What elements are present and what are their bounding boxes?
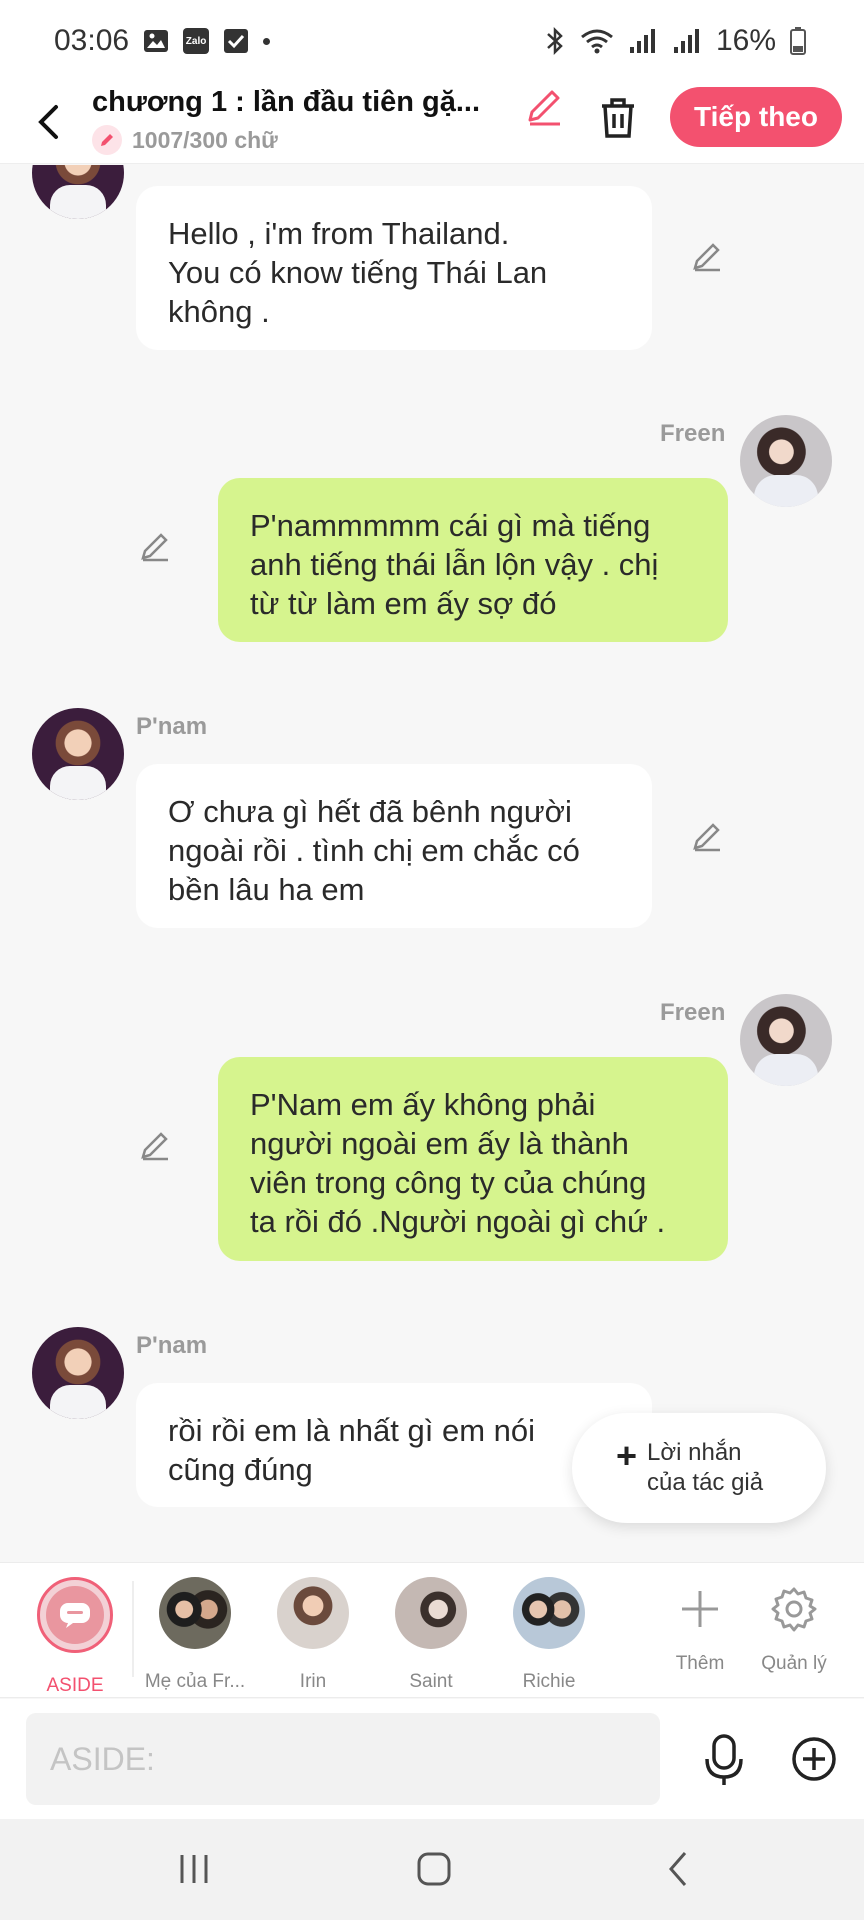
character-bar: ASIDE Mẹ của Fr... Irin Saint Richie Thê… <box>0 1562 864 1698</box>
zalo-icon: Zalo <box>183 28 210 54</box>
check-icon <box>223 28 249 54</box>
avatar <box>159 1577 231 1649</box>
author-note-button[interactable]: + Lời nhắn của tác giả <box>572 1413 826 1523</box>
message-line: người ngoài em ấy là thành <box>250 1126 629 1161</box>
message-line: ngoài rồi . tình chị em chắc có <box>168 833 580 868</box>
divider <box>132 1581 134 1677</box>
edit-pencil-icon[interactable] <box>138 1128 172 1162</box>
image-icon <box>143 28 169 54</box>
trash-icon[interactable] <box>596 94 640 142</box>
message-bubble[interactable]: P'Nam em ấy không phải người ngoài em ấy… <box>218 1057 728 1261</box>
message-bubble[interactable]: Ơ chưa gì hết đã bênh người ngoài rồi . … <box>136 764 652 928</box>
character-aside[interactable]: ASIDE <box>20 1577 130 1697</box>
back-nav-icon[interactable] <box>648 1841 708 1897</box>
status-bar-right: 16% <box>544 24 806 58</box>
aside-avatar <box>37 1577 113 1653</box>
system-nav-bar <box>0 1819 864 1920</box>
next-button[interactable]: Tiếp theo <box>670 87 842 147</box>
manage-label: Quản lý <box>761 1653 827 1674</box>
character-item[interactable]: Richie <box>494 1577 604 1693</box>
author-note-label: Lời nhắn của tác giả <box>647 1438 787 1498</box>
word-count: 1007/300 chữ <box>132 126 278 153</box>
recent-apps-icon[interactable] <box>164 1841 224 1897</box>
plus-icon: + <box>616 1435 638 1476</box>
message-line: ta rồi đó .Người ngoài gì chứ . <box>250 1204 666 1239</box>
input-bar <box>0 1699 864 1819</box>
message-line: Ơ chưa gì hết đã bênh người <box>168 794 572 829</box>
author-note-line: của tác giả <box>647 1469 764 1496</box>
author-note-line: Lời nhắn <box>647 1439 742 1466</box>
avatar-freen[interactable] <box>740 994 832 1086</box>
message-line: cũng đúng <box>168 1452 313 1487</box>
message-bubble[interactable]: rồi rồi em là nhất gì em nói cũng đúng <box>136 1383 652 1507</box>
status-bar: 03:06 Zalo 16% <box>0 0 864 82</box>
bluetooth-icon <box>544 26 566 56</box>
character-item[interactable]: Mẹ của Fr... <box>140 1577 250 1693</box>
microphone-icon[interactable] <box>700 1733 748 1789</box>
message-line: bền lâu ha em <box>168 872 365 907</box>
message-bubble[interactable]: P'nammmmm cái gì mà tiếng anh tiếng thái… <box>218 478 728 642</box>
message-line: You có know tiếng Thái Lan <box>168 255 548 290</box>
plus-icon <box>652 1583 748 1635</box>
status-time: 03:06 <box>54 24 130 57</box>
avatar <box>513 1577 585 1649</box>
add-character-button[interactable]: Thêm <box>652 1583 748 1675</box>
sender-name: P'nam <box>136 713 208 740</box>
sender-name: P'nam <box>136 1332 208 1359</box>
back-button[interactable] <box>30 96 66 148</box>
message-line: anh tiếng thái lẫn lộn vậy . chị <box>250 547 659 582</box>
battery-percent: 16% <box>715 24 776 57</box>
add-label: Thêm <box>675 1653 725 1674</box>
message-line: P'Nam em ấy không phải <box>250 1087 596 1122</box>
character-name: ASIDE <box>46 1675 104 1696</box>
chat-bubble-icon <box>46 1586 104 1644</box>
gear-icon <box>746 1583 842 1635</box>
signal-icon-2 <box>672 27 702 55</box>
avatar <box>277 1577 349 1649</box>
sender-name: Freen <box>660 420 726 447</box>
avatar-freen[interactable] <box>740 415 832 507</box>
avatar <box>395 1577 467 1649</box>
chapter-title-block: chương 1 : lần đầu tiên gặ... 1007/300 c… <box>92 86 512 155</box>
wifi-icon <box>580 27 614 55</box>
avatar-pnam[interactable] <box>32 165 124 219</box>
manage-button[interactable]: Quản lý <box>746 1583 842 1675</box>
add-circle-icon[interactable] <box>790 1735 838 1783</box>
edit-pencil-icon[interactable] <box>690 819 724 853</box>
message-bubble[interactable]: Hello , i'm from Thailand. You có know t… <box>136 186 652 350</box>
edit-pencil-icon[interactable] <box>138 529 172 563</box>
character-item[interactable]: Irin <box>258 1577 368 1693</box>
edit-title-pencil-icon[interactable] <box>522 84 566 128</box>
pencil-badge-icon <box>92 125 122 155</box>
character-name: Saint <box>409 1671 453 1692</box>
message-input[interactable] <box>26 1713 660 1805</box>
chevron-left-icon <box>38 105 58 139</box>
home-icon[interactable] <box>404 1841 464 1897</box>
battery-icon <box>790 27 806 55</box>
chapter-title[interactable]: chương 1 : lần đầu tiên gặ... <box>92 86 512 119</box>
character-name: Richie <box>522 1671 576 1692</box>
avatar-pnam[interactable] <box>32 1327 124 1419</box>
character-item[interactable]: Saint <box>376 1577 486 1693</box>
notification-dot-icon <box>263 37 271 45</box>
character-name: Mẹ của Fr... <box>144 1671 246 1692</box>
character-name: Irin <box>299 1671 327 1692</box>
chat-area[interactable]: Hello , i'm from Thailand. You có know t… <box>0 165 864 1562</box>
edit-pencil-icon[interactable] <box>690 239 724 273</box>
signal-icon <box>628 27 658 55</box>
message-line: P'nammmmm cái gì mà tiếng <box>250 508 651 543</box>
status-bar-left: 03:06 Zalo <box>54 24 271 58</box>
avatar-pnam[interactable] <box>32 708 124 800</box>
message-line: rồi rồi em là nhất gì em nói <box>168 1413 536 1448</box>
message-line: viên trong công ty của chúng <box>250 1165 647 1200</box>
word-count-row: 1007/300 chữ <box>92 125 512 155</box>
message-line: Hello , i'm from Thailand. <box>168 216 510 251</box>
sender-name: Freen <box>660 999 726 1026</box>
message-line: từ từ làm em ấy sợ đó <box>250 586 557 621</box>
message-line: không . <box>168 294 270 329</box>
app-header: chương 1 : lần đầu tiên gặ... 1007/300 c… <box>0 82 864 164</box>
